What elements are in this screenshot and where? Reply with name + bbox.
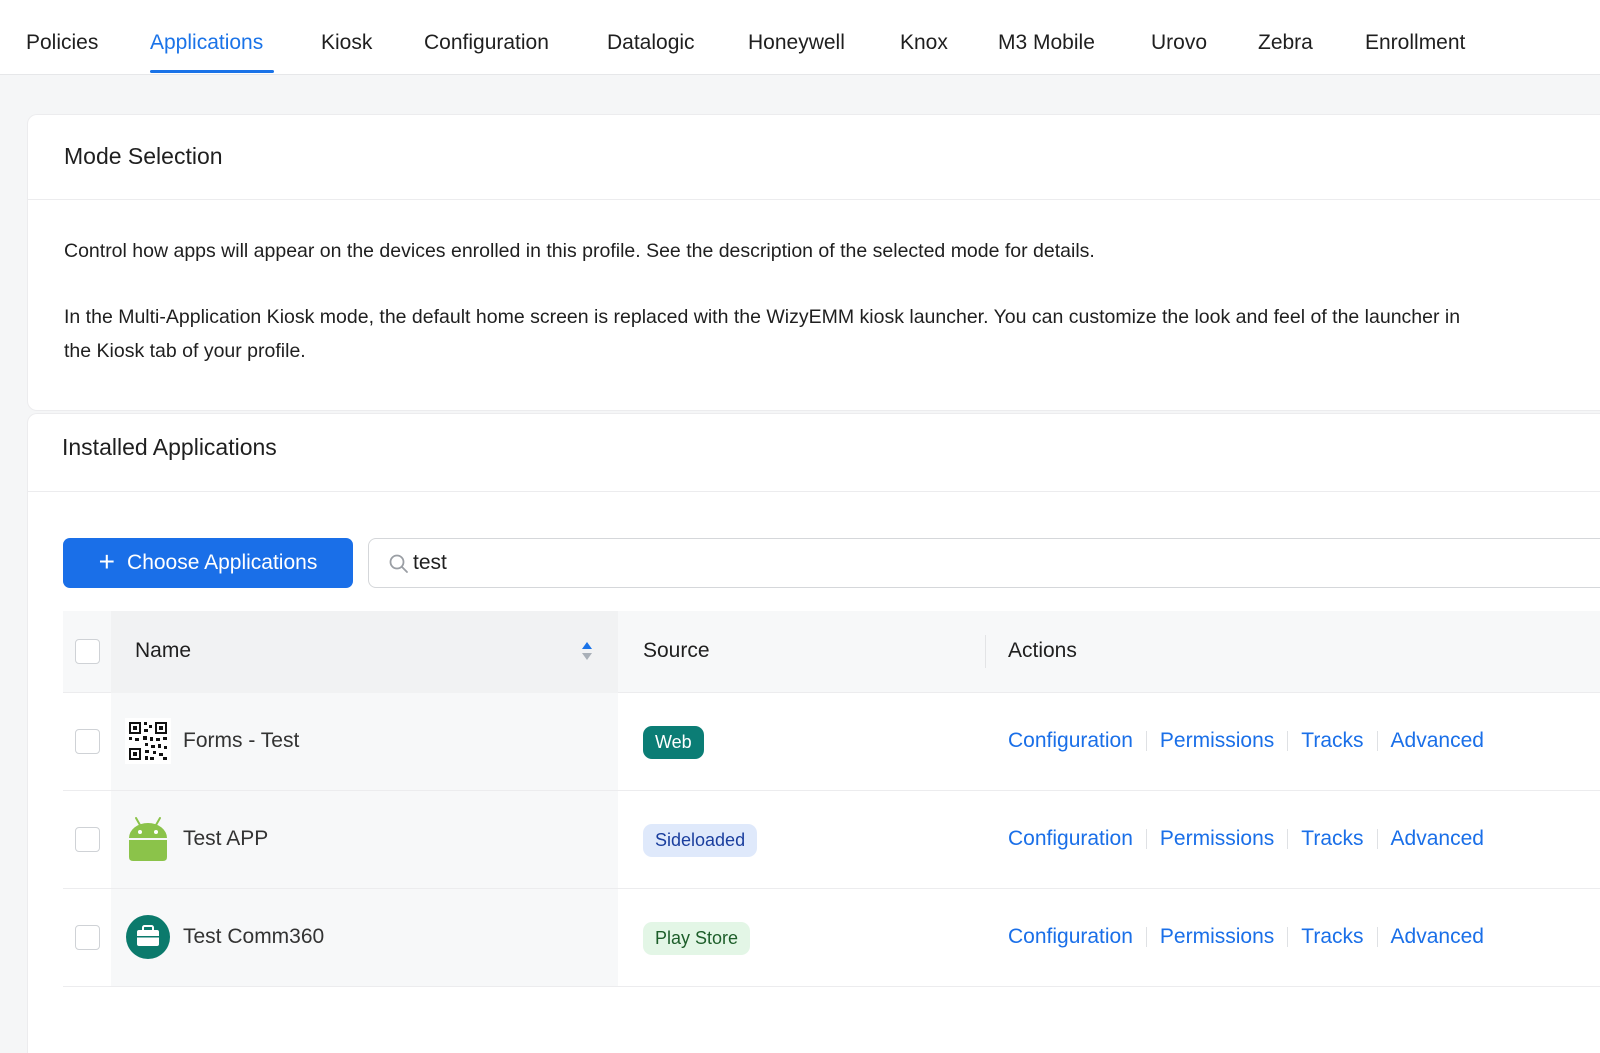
tab-kiosk[interactable]: Kiosk [321, 31, 372, 55]
tab-zebra[interactable]: Zebra [1258, 31, 1313, 55]
row-checkbox[interactable] [75, 827, 100, 852]
tab-m3-mobile[interactable]: M3 Mobile [998, 31, 1095, 55]
tracks-link[interactable]: Tracks [1301, 925, 1363, 949]
configuration-link[interactable]: Configuration [1008, 925, 1133, 949]
tab-policies[interactable]: Policies [26, 31, 98, 55]
tab-honeywell[interactable]: Honeywell [748, 31, 845, 55]
android-icon [129, 817, 167, 861]
action-separator [1287, 731, 1289, 751]
row-checkbox[interactable] [75, 729, 100, 754]
row-actions: Configuration Permissions Tracks Advance… [1008, 827, 1484, 851]
mode-selection-title: Mode Selection [64, 143, 223, 169]
kiosk-mode-description: In the Multi-Application Kiosk mode, the… [64, 306, 1461, 362]
column-header-actions: Actions [1008, 639, 1077, 662]
permissions-link[interactable]: Permissions [1160, 729, 1274, 753]
qr-code-icon [125, 718, 171, 764]
tracks-link[interactable]: Tracks [1301, 827, 1363, 851]
app-name: Forms - Test [183, 729, 300, 752]
briefcase-icon [126, 915, 170, 959]
card-divider [28, 491, 1600, 492]
search-input[interactable]: test [368, 538, 1600, 588]
configuration-link[interactable]: Configuration [1008, 729, 1133, 753]
advanced-link[interactable]: Advanced [1391, 827, 1484, 851]
profile-tabs: Policies Applications Kiosk Configuratio… [0, 0, 1600, 75]
table-row: Test Comm360 Play Store Configuration Pe… [63, 889, 1600, 987]
mode-description: Control how apps will appear on the devi… [64, 240, 1095, 262]
table-header: Name Source Actions [63, 611, 1600, 693]
action-separator [1376, 731, 1378, 751]
source-badge: Play Store [643, 922, 751, 955]
action-separator [1145, 731, 1147, 751]
permissions-link[interactable]: Permissions [1160, 925, 1274, 949]
installed-applications-card: Installed Applications + Choose Applicat… [27, 413, 1600, 1053]
installed-applications-title: Installed Applications [62, 434, 277, 460]
card-divider [28, 199, 1600, 200]
configuration-link[interactable]: Configuration [1008, 827, 1133, 851]
app-name: Test Comm360 [183, 925, 325, 948]
advanced-link[interactable]: Advanced [1391, 925, 1484, 949]
action-separator [1145, 829, 1147, 849]
search-icon [389, 554, 408, 573]
app-name: Test APP [183, 827, 269, 850]
select-all-checkbox[interactable] [75, 639, 100, 664]
tab-knox[interactable]: Knox [900, 31, 948, 55]
column-header-source: Source [643, 639, 710, 662]
tab-configuration[interactable]: Configuration [424, 31, 549, 55]
choose-applications-button[interactable]: + Choose Applications [63, 538, 353, 588]
search-value: test [413, 551, 447, 574]
tracks-link[interactable]: Tracks [1301, 729, 1363, 753]
row-actions: Configuration Permissions Tracks Advance… [1008, 729, 1484, 753]
choose-applications-label: Choose Applications [127, 551, 318, 574]
mode-selection-card: Mode Selection Control how apps will app… [27, 114, 1600, 411]
tab-enrollment[interactable]: Enrollment [1365, 31, 1465, 55]
table-row: Forms - Test Web Configuration Permissio… [63, 693, 1600, 791]
permissions-link[interactable]: Permissions [1160, 827, 1274, 851]
action-separator [1145, 927, 1147, 947]
row-actions: Configuration Permissions Tracks Advance… [1008, 925, 1484, 949]
action-separator [1376, 927, 1378, 947]
table-row: Test APP Sideloaded Configuration Permis… [63, 791, 1600, 889]
active-tab-indicator [150, 70, 274, 73]
tab-datalogic[interactable]: Datalogic [607, 31, 695, 55]
row-checkbox[interactable] [75, 925, 100, 950]
action-separator [1287, 829, 1289, 849]
plus-icon: + [98, 545, 116, 577]
source-badge: Sideloaded [643, 824, 758, 857]
column-header-name[interactable]: Name [135, 639, 191, 663]
tab-urovo[interactable]: Urovo [1151, 31, 1207, 55]
sort-icon[interactable] [580, 640, 594, 662]
advanced-link[interactable]: Advanced [1391, 729, 1484, 753]
source-badge: Web [643, 726, 704, 759]
action-separator [1376, 829, 1378, 849]
column-separator [985, 635, 986, 668]
action-separator [1287, 927, 1289, 947]
tab-applications[interactable]: Applications [150, 31, 263, 55]
